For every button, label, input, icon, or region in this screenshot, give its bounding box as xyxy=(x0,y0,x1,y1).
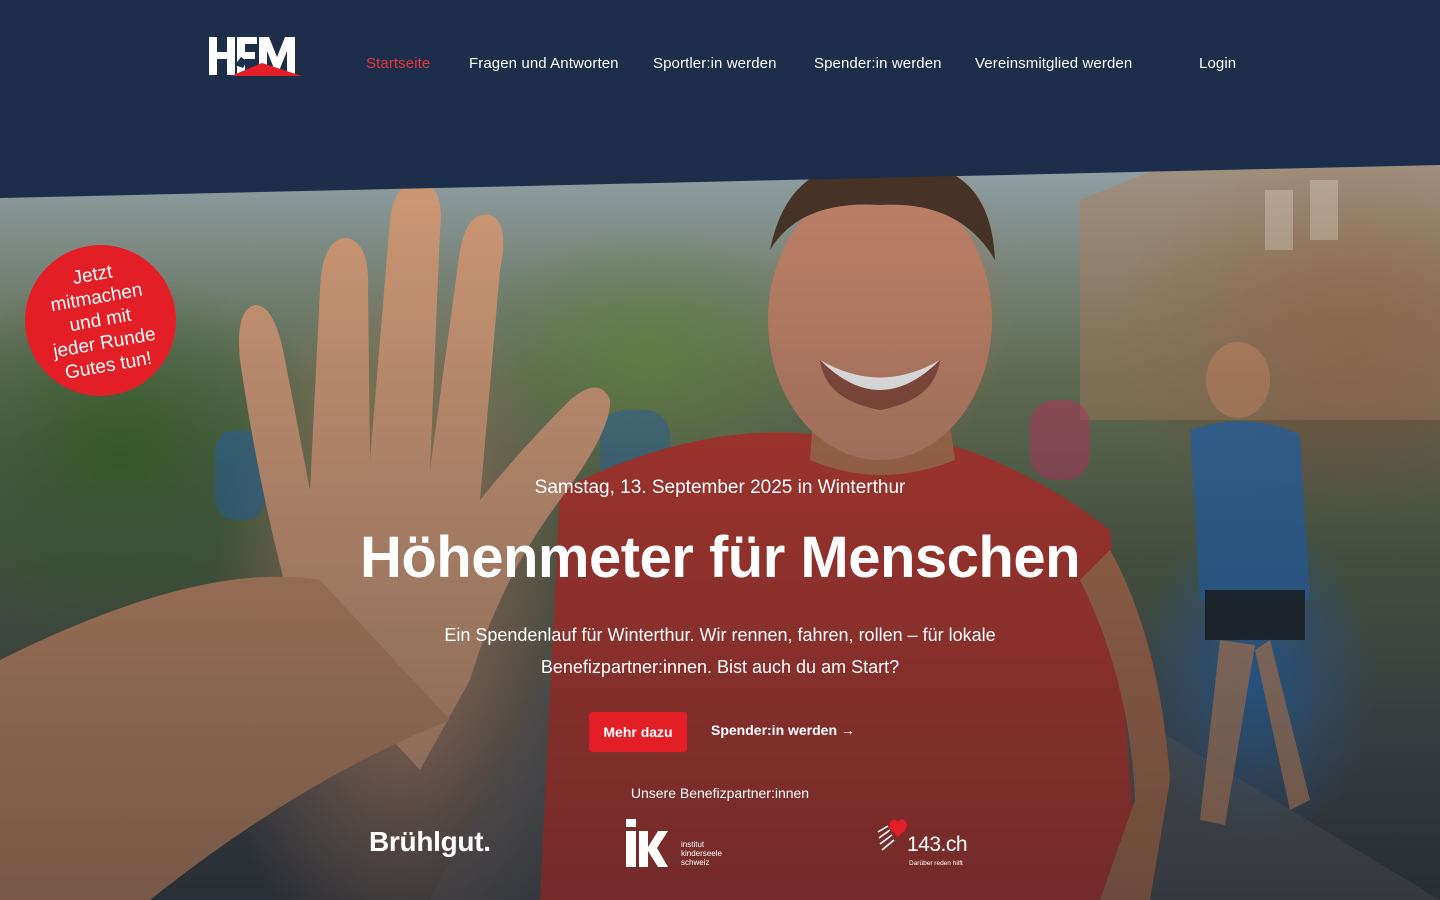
p143-logo-tagline: Darüber reden hilft xyxy=(909,860,963,867)
p143-logo-name: 143.ch xyxy=(907,833,968,856)
nav-item-vereinsmitglied-werden[interactable]: Vereinsmitglied werden xyxy=(975,55,1132,72)
iks-logo-icon xyxy=(626,819,668,867)
partner-logo-143[interactable]: 143.ch Darüber reden hilft xyxy=(876,818,976,870)
nav-item-startseite[interactable]: Startseite xyxy=(366,55,430,72)
main-nav: Startseite Fragen und Antworten Sportler… xyxy=(0,55,1440,75)
partners-label: Unsere Benefizpartner:innen xyxy=(630,785,810,801)
nav-item-spender-werden[interactable]: Spender:in werden xyxy=(814,55,942,72)
login-link[interactable]: Login xyxy=(1199,55,1236,72)
promo-badge-text: Jetzt mitmachen und mit jeder Runde Gute… xyxy=(48,261,158,384)
iks-logo-text: institut kinderseele schweiz xyxy=(681,840,722,867)
hero-lead-text: Ein Spendenlauf für Winterthur. Wir renn… xyxy=(444,625,996,677)
mehr-dazu-button[interactable]: Mehr dazu xyxy=(589,712,687,752)
promo-badge: Jetzt mitmachen und mit jeder Runde Gute… xyxy=(25,245,176,396)
partner-logo-bruehlgut[interactable]: Brühlgut. xyxy=(369,826,491,858)
nav-item-fragen-und-antworten[interactable]: Fragen und Antworten xyxy=(469,55,619,72)
nav-item-sportler-werden[interactable]: Sportler:in werden xyxy=(653,55,777,72)
partner-logo-iks[interactable]: institut kinderseele schweiz xyxy=(626,819,736,871)
page-title: Höhenmeter für Menschen xyxy=(359,525,1081,590)
heart-runner-icon xyxy=(877,819,907,851)
event-date: Samstag, 13. September 2025 in Winterthu… xyxy=(534,477,906,498)
spender-werden-link[interactable]: Spender:in werden → xyxy=(711,722,855,738)
